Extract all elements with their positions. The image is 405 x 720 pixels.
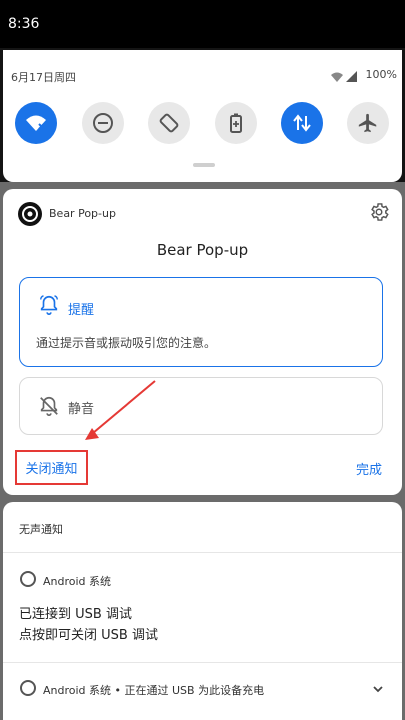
mobile-data-tile[interactable] (281, 102, 323, 144)
alert-option-label: 提醒 (68, 303, 95, 318)
status-bar: 8:36 (0, 0, 405, 48)
notification-summary[interactable]: Android 系统 • 正在通过 USB 为此设备充电 (43, 682, 264, 698)
battery-level: 100% (365, 68, 397, 81)
app-name: Bear Pop-up (49, 207, 116, 220)
silent-section-header: 无声通知 (19, 523, 63, 536)
wifi-tile[interactable] (15, 102, 57, 144)
bell-off-icon (38, 395, 60, 421)
clock: 8:36 (8, 16, 40, 32)
android-system-icon (20, 571, 36, 587)
close-notifications-button[interactable]: 关闭通知 (15, 450, 88, 485)
silent-option[interactable]: 静音 (19, 377, 383, 435)
auto-rotate-tile[interactable] (148, 102, 190, 144)
bear-app-icon (18, 202, 42, 226)
do-not-disturb-icon (93, 113, 113, 133)
silent-notifications-card: 无声通知 Android 系统 已连接到 USB 调试 点按即可关闭 USB 调… (3, 502, 402, 720)
alert-option[interactable]: 提醒 通过提示音或振动吸引您的注意。 (19, 277, 383, 367)
airplane-tile[interactable] (347, 102, 389, 144)
notification-text[interactable]: 点按即可关闭 USB 调试 (19, 624, 158, 643)
date-label: 6月17日周四 (11, 71, 76, 84)
battery-saver-icon (230, 113, 242, 133)
alert-option-description: 通过提示音或振动吸引您的注意。 (36, 336, 217, 350)
data-arrows-icon (293, 114, 311, 132)
done-button[interactable]: 完成 (356, 459, 382, 478)
dnd-tile[interactable] (82, 102, 124, 144)
settings-gear-icon[interactable] (368, 201, 390, 227)
silent-option-label: 静音 (68, 402, 95, 417)
rotate-icon (159, 113, 179, 133)
notification-title[interactable]: 已连接到 USB 调试 (19, 603, 132, 622)
chevron-down-icon[interactable] (372, 680, 384, 699)
airplane-icon (358, 113, 377, 133)
divider (3, 552, 402, 553)
android-system-icon (20, 680, 36, 696)
notification-settings-card: Bear Pop-up Bear Pop-up 提醒 通过提示音或振动吸引您的注… (3, 189, 402, 495)
battery-saver-tile[interactable] (215, 102, 257, 144)
wifi-icon (26, 115, 46, 131)
divider (3, 662, 402, 663)
panel-drag-handle[interactable] (193, 163, 215, 167)
signal-icons (330, 68, 360, 87)
quick-settings-panel: 6月17日周四 100% (3, 50, 402, 182)
bell-icon (38, 294, 60, 320)
notification-app-name: Android 系统 (43, 575, 112, 588)
dialog-title: Bear Pop-up (156, 241, 249, 259)
